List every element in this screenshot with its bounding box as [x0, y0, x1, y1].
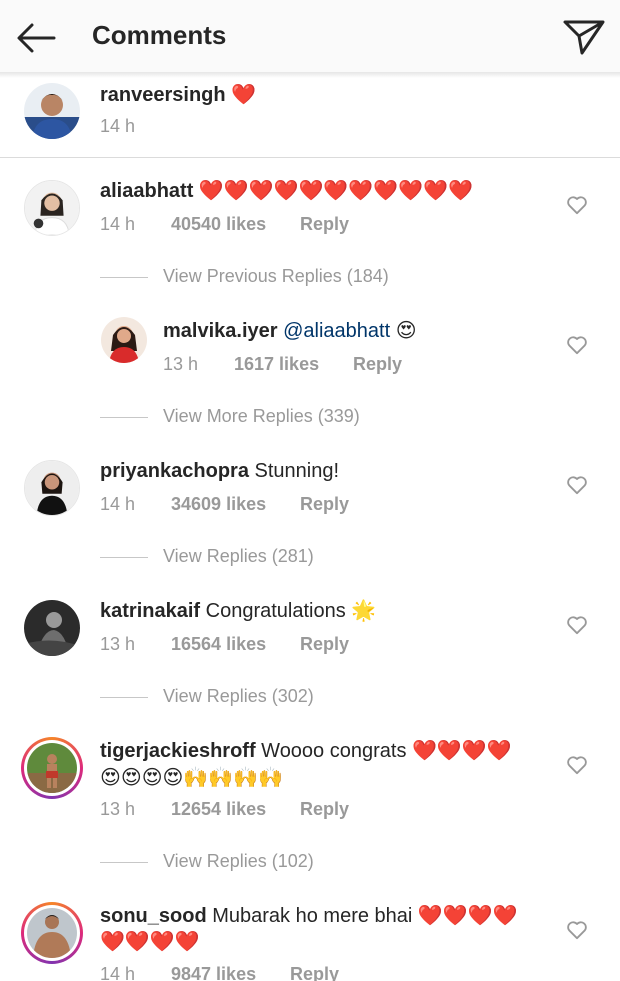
comment-body: Stunning! — [254, 460, 340, 482]
app-header: Comments — [0, 0, 620, 72]
caption-meta: 14 h — [100, 116, 135, 137]
comment-body: Woooo congrats ❤️❤️❤️❤️ — [261, 740, 512, 762]
comment-body: Mubarak ho mere bhai ❤️❤️❤️❤️ — [212, 905, 518, 927]
comment-text: katrinakaif Congratulations 🌟 — [100, 598, 376, 624]
view-replies-link[interactable]: View Previous Replies (184) — [163, 266, 389, 287]
comment-text-line2: 😍😍😍😍🙌🙌🙌🙌 — [100, 767, 284, 789]
heart-outline-icon[interactable] — [566, 920, 588, 940]
comment-meta: 13 h 12654 likes Reply — [100, 799, 349, 820]
reply-button[interactable]: Reply — [353, 354, 402, 375]
arrow-left-icon[interactable] — [16, 18, 56, 58]
caption-time: 14 h — [100, 116, 136, 136]
caption-text: ranveersingh ❤️ — [100, 82, 256, 108]
reply-button[interactable]: Reply — [300, 214, 349, 235]
view-replies-link[interactable]: View More Replies (339) — [163, 406, 360, 427]
comment-body: ❤️❤️❤️❤️❤️❤️❤️❤️❤️❤️❤️ — [198, 180, 473, 202]
avatar[interactable] — [24, 180, 80, 236]
replies-line — [100, 862, 148, 863]
caption-emoji: ❤️ — [231, 84, 257, 106]
reply-button[interactable]: Reply — [300, 634, 349, 655]
caption-username[interactable]: ranveersingh — [100, 84, 226, 106]
avatar[interactable] — [24, 83, 80, 139]
comment-username[interactable]: priyankachopra — [100, 460, 249, 482]
page-title: Comments — [92, 20, 227, 50]
comment-text: tigerjackieshroff Woooo congrats ❤️❤️❤️❤… — [100, 738, 512, 764]
avatar[interactable] — [27, 908, 77, 958]
comment-likes[interactable]: 1617 likes — [234, 354, 348, 375]
comment-likes[interactable]: 16564 likes — [171, 634, 295, 655]
comment-body: 😍 — [395, 320, 417, 342]
comment-meta: 14 h 40540 likes Reply — [100, 214, 349, 235]
comment-time: 13 h — [163, 354, 199, 374]
comment-username[interactable]: katrinakaif — [100, 600, 200, 622]
comment-username[interactable]: tigerjackieshroff — [100, 740, 256, 762]
comment-meta: 13 h 1617 likes Reply — [163, 354, 402, 375]
comment-likes[interactable]: 34609 likes — [171, 494, 295, 515]
comment-text: priyankachopra Stunning! — [100, 458, 339, 484]
comment-meta: 14 h 34609 likes Reply — [100, 494, 349, 515]
view-replies-link[interactable]: View Replies (302) — [163, 686, 314, 707]
reply-button[interactable]: Reply — [300, 799, 349, 820]
avatar[interactable] — [24, 460, 80, 516]
comment-username[interactable]: malvika.iyer — [163, 320, 278, 342]
reply-button[interactable]: Reply — [300, 494, 349, 515]
avatar[interactable] — [101, 317, 147, 363]
mention-link[interactable]: @aliaabhatt — [283, 320, 390, 342]
comment-time: 13 h — [100, 799, 136, 819]
comment-username[interactable]: aliaabhatt — [100, 180, 193, 202]
reply-button[interactable]: Reply — [290, 964, 339, 981]
header-shadow — [0, 72, 620, 78]
comment-text: aliaabhatt ❤️❤️❤️❤️❤️❤️❤️❤️❤️❤️❤️ — [100, 178, 473, 204]
heart-outline-icon[interactable] — [566, 335, 588, 355]
replies-line — [100, 557, 148, 558]
avatar-story-ring[interactable] — [21, 902, 83, 964]
comment-likes[interactable]: 40540 likes — [171, 214, 295, 235]
paper-plane-icon[interactable] — [562, 16, 606, 56]
avatar[interactable] — [24, 600, 80, 656]
view-replies-link[interactable]: View Replies (102) — [163, 851, 314, 872]
replies-line — [100, 277, 148, 278]
heart-outline-icon[interactable] — [566, 195, 588, 215]
view-replies-link[interactable]: View Replies (281) — [163, 546, 314, 567]
comment-meta: 13 h 16564 likes Reply — [100, 634, 349, 655]
reply-text: malvika.iyer @aliaabhatt 😍 — [163, 318, 417, 344]
heart-outline-icon[interactable] — [566, 755, 588, 775]
comment-time: 14 h — [100, 964, 136, 981]
comment-text-line2: ❤️❤️❤️❤️ — [100, 931, 200, 953]
heart-outline-icon[interactable] — [566, 615, 588, 635]
avatar-story-ring[interactable] — [21, 737, 83, 799]
comment-meta: 14 h 9847 likes Reply — [100, 964, 339, 981]
comment-time: 13 h — [100, 634, 136, 654]
replies-line — [100, 417, 148, 418]
comment-likes[interactable]: 12654 likes — [171, 799, 295, 820]
comment-time: 14 h — [100, 494, 136, 514]
comment-body: Congratulations 🌟 — [205, 600, 377, 622]
comment-likes[interactable]: 9847 likes — [171, 964, 285, 981]
avatar[interactable] — [27, 743, 77, 793]
divider — [0, 157, 620, 158]
comment-time: 14 h — [100, 214, 136, 234]
comment-username[interactable]: sonu_sood — [100, 905, 207, 927]
heart-outline-icon[interactable] — [566, 475, 588, 495]
replies-line — [100, 697, 148, 698]
comment-text: sonu_sood Mubarak ho mere bhai ❤️❤️❤️❤️ — [100, 903, 518, 929]
